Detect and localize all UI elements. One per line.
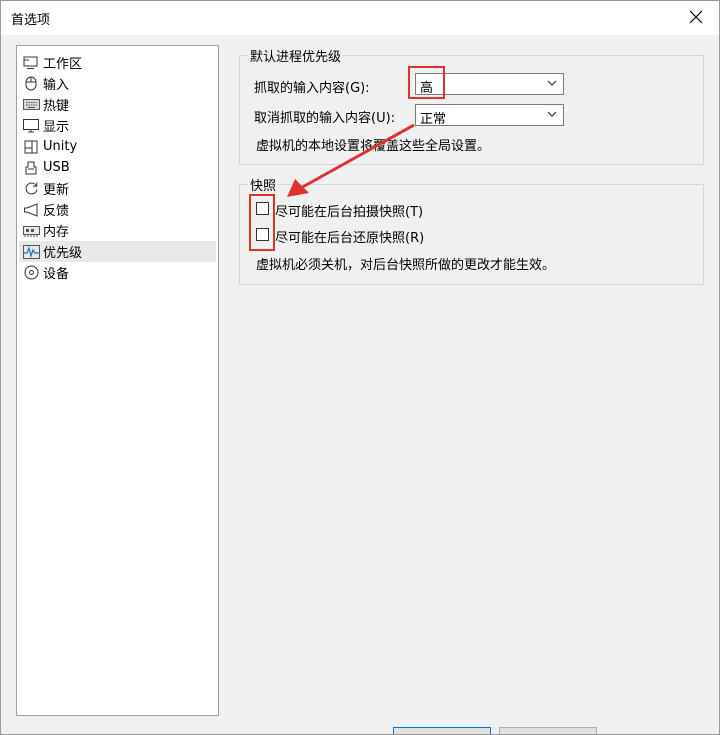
sidebar-item-devices[interactable]: 设备 [19, 262, 216, 283]
workspace-icon [22, 55, 40, 71]
title-bar: 首选项 [1, 1, 719, 35]
sidebar-item-label: 工作区 [43, 57, 83, 72]
cancel-button[interactable] [499, 727, 597, 734]
background-snapshot-label[interactable]: 尽可能在后台拍摄快照(T) [275, 201, 423, 220]
close-icon [689, 10, 703, 24]
sidebar-item-display[interactable]: 显示 [19, 115, 216, 136]
usb-icon [22, 160, 40, 176]
background-restore-label[interactable]: 尽可能在后台还原快照(R) [275, 227, 424, 246]
ok-button[interactable] [393, 727, 491, 734]
grab-priority-select[interactable]: 高 [415, 73, 564, 96]
mouse-icon [22, 76, 40, 92]
sidebar-item-hotkeys[interactable]: 热键 [19, 94, 216, 115]
ungrab-priority-value: 正常 [420, 112, 447, 127]
refresh-icon [22, 181, 40, 197]
sidebar-item-memory[interactable]: 内存 [19, 220, 216, 241]
sidebar-item-label: 输入 [43, 78, 70, 93]
grab-priority-value: 高 [420, 81, 434, 96]
sidebar-item-label: 内存 [43, 225, 70, 240]
annotation-arrow-icon [287, 123, 415, 197]
sidebar-item-workspace[interactable]: 工作区 [19, 52, 216, 73]
close-button[interactable] [673, 1, 719, 33]
sidebar-item-unity[interactable]: Unity [19, 136, 216, 157]
sidebar-item-label: USB [43, 160, 70, 175]
keyboard-icon [22, 97, 40, 113]
snapshot-group-title: 快照 [248, 175, 279, 194]
preferences-dialog: 首选项 工作区 输入 热键 显示 Unity USB 更新 反馈 内存 优先级 … [0, 0, 720, 735]
sidebar-item-usb[interactable]: USB [19, 157, 216, 178]
memory-icon [22, 223, 40, 239]
sidebar-item-label: 更新 [43, 183, 70, 198]
sidebar-item-feedback[interactable]: 反馈 [19, 199, 216, 220]
chevron-down-icon [547, 111, 557, 117]
sidebar-item-label: 反馈 [43, 204, 70, 219]
sidebar-item-label: 热键 [43, 99, 70, 114]
sidebar-nav: 工作区 输入 热键 显示 Unity USB 更新 反馈 内存 优先级 设备 [16, 45, 219, 716]
grab-priority-label: 抓取的输入内容(G): [254, 81, 370, 96]
monitor-icon [22, 118, 40, 134]
window-title: 首选项 [11, 13, 51, 28]
sidebar-item-priority[interactable]: 优先级 [19, 241, 216, 262]
sidebar-item-label: 显示 [43, 120, 70, 135]
chevron-down-icon [547, 80, 557, 86]
disc-icon [22, 265, 40, 281]
unity-icon [22, 139, 40, 155]
sidebar-item-input[interactable]: 输入 [19, 73, 216, 94]
activity-icon [22, 244, 40, 260]
snapshot-note: 虚拟机必须关机，对后台快照所做的更改才能生效。 [256, 258, 556, 273]
background-restore-checkbox[interactable] [256, 228, 269, 241]
sidebar-item-label: Unity [43, 139, 78, 154]
background-snapshot-checkbox[interactable] [256, 202, 269, 215]
sidebar-item-label: 优先级 [43, 246, 83, 261]
priority-group-title: 默认进程优先级 [248, 46, 344, 65]
sidebar-item-label: 设备 [43, 267, 70, 282]
sidebar-item-update[interactable]: 更新 [19, 178, 216, 199]
megaphone-icon [22, 202, 40, 218]
ungrab-priority-select[interactable]: 正常 [415, 104, 564, 127]
